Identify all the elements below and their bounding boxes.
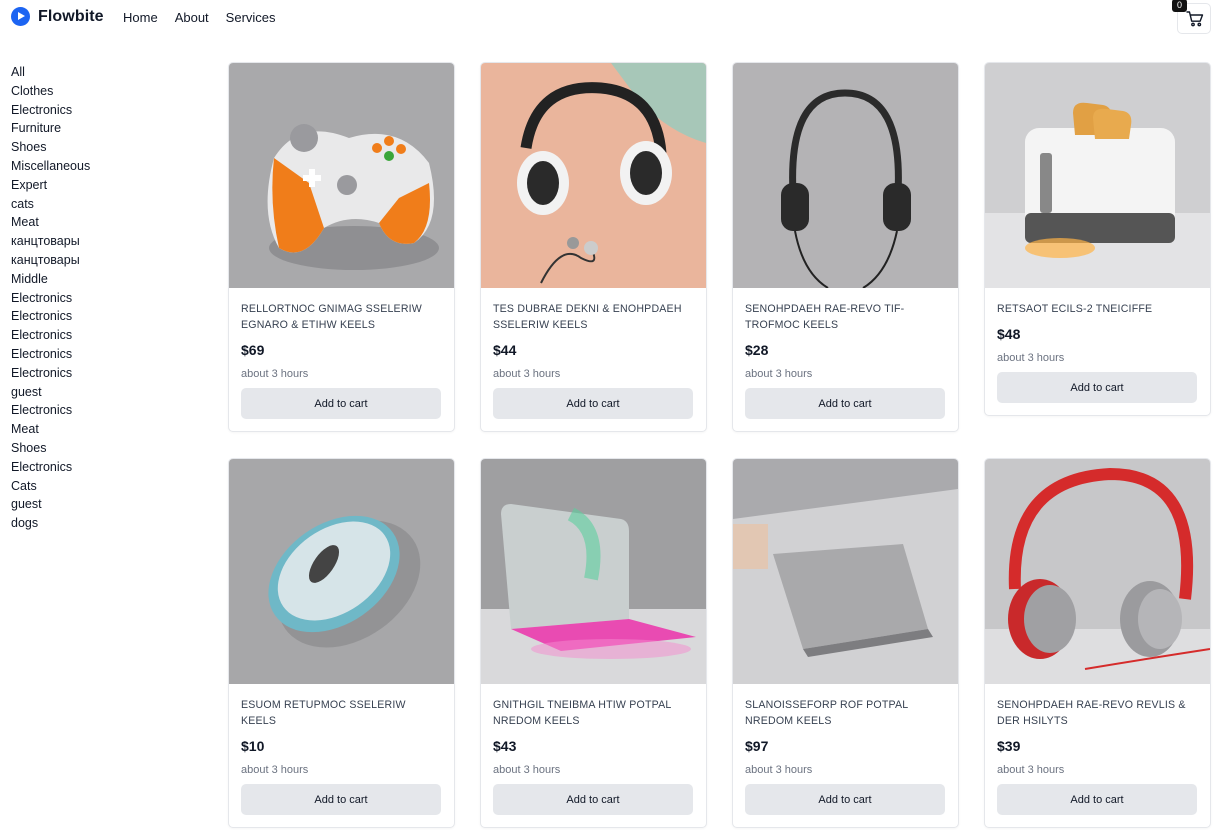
product-title[interactable]: SLANOISSEFORP ROF POTPAL NREDOM KEELS <box>745 697 946 729</box>
product-card: GNITHGIL TNEIBMA HTIW POTPAL NREDOM KEEL… <box>480 458 707 828</box>
category-item[interactable]: guest <box>11 383 201 402</box>
category-item[interactable]: Meat <box>11 420 201 439</box>
wireless-mouse-image[interactable] <box>229 459 454 684</box>
main-nav: Home About Services <box>123 10 293 25</box>
category-item[interactable]: Furniture <box>11 119 201 138</box>
category-item[interactable]: канцтовары <box>11 251 201 270</box>
category-item[interactable]: Electronics <box>11 101 201 120</box>
category-item[interactable]: Meat <box>11 213 201 232</box>
category-item[interactable]: Middle <box>11 270 201 289</box>
product-time: about 3 hours <box>241 764 309 776</box>
laptop-professional-image[interactable] <box>733 459 958 684</box>
product-title[interactable]: ESUOM RETUPMOC SSELERIW KEELS <box>241 697 442 729</box>
nav-about-link[interactable]: About <box>175 10 209 25</box>
category-item[interactable]: cats <box>11 195 201 214</box>
product-card: TES DUBRAE DEKNI & ENOHPDAEH SSELERIW KE… <box>480 62 707 432</box>
category-item[interactable]: Electronics <box>11 326 201 345</box>
category-item[interactable]: Electronics <box>11 307 201 326</box>
add-to-cart-button[interactable]: Add to cart <box>997 784 1197 815</box>
product-price: $97 <box>745 738 769 754</box>
cart-button[interactable]: 0 <box>1172 0 1211 34</box>
category-item[interactable]: guest <box>11 495 201 514</box>
product-card: SENOHPDAEH RAE-REVO REVLIS & DER HSILYTS… <box>984 458 1211 828</box>
category-item[interactable]: Shoes <box>11 138 201 157</box>
product-price: $43 <box>493 738 517 754</box>
category-item[interactable]: dogs <box>11 514 201 533</box>
gaming-controller-image[interactable] <box>229 63 454 288</box>
product-card: SENOHPDAEH RAE-REVO TIF-TROFMOC KEELS $2… <box>732 62 959 432</box>
category-item[interactable]: Cats <box>11 477 201 496</box>
category-item[interactable]: Electronics <box>11 345 201 364</box>
product-time: about 3 hours <box>241 368 309 380</box>
product-time: about 3 hours <box>493 764 561 776</box>
nav-services-link[interactable]: Services <box>226 10 276 25</box>
product-time: about 3 hours <box>745 764 813 776</box>
product-card: SLANOISSEFORP ROF POTPAL NREDOM KEELS $9… <box>732 458 959 828</box>
product-card: RELLORTNOC GNIMAG SSELERIW EGNARO & ETIH… <box>228 62 455 432</box>
category-item[interactable]: Electronics <box>11 364 201 383</box>
product-time: about 3 hours <box>997 764 1065 776</box>
product-title[interactable]: GNITHGIL TNEIBMA HTIW POTPAL NREDOM KEEL… <box>493 697 694 729</box>
product-price: $39 <box>997 738 1021 754</box>
brand-name: Flowbite <box>38 7 104 25</box>
add-to-cart-button[interactable]: Add to cart <box>241 784 441 815</box>
toaster-image[interactable] <box>985 63 1210 288</box>
category-item[interactable]: Clothes <box>11 82 201 101</box>
product-card: RETSAOT ECILS-2 TNEICIFFE $48 about 3 ho… <box>984 62 1211 416</box>
product-title[interactable]: SENOHPDAEH RAE-REVO REVLIS & DER HSILYTS <box>997 697 1198 729</box>
product-price: $10 <box>241 738 265 754</box>
add-to-cart-button[interactable]: Add to cart <box>745 388 945 419</box>
brand-link[interactable]: Flowbite <box>11 7 104 26</box>
category-item[interactable]: Electronics <box>11 458 201 477</box>
product-title[interactable]: RETSAOT ECILS-2 TNEICIFFE <box>997 301 1198 317</box>
nav-home-link[interactable]: Home <box>123 10 158 25</box>
product-card: ESUOM RETUPMOC SSELERIW KEELS $10 about … <box>228 458 455 828</box>
product-title[interactable]: SENOHPDAEH RAE-REVO TIF-TROFMOC KEELS <box>745 301 946 333</box>
shopping-cart-icon <box>1186 11 1204 27</box>
product-title[interactable]: RELLORTNOC GNIMAG SSELERIW EGNARO & ETIH… <box>241 301 442 333</box>
category-sidebar: All Clothes Electronics Furniture Shoes … <box>11 63 201 533</box>
product-price: $69 <box>241 342 265 358</box>
product-price: $28 <box>745 342 769 358</box>
add-to-cart-button[interactable]: Add to cart <box>997 372 1197 403</box>
top-navbar: Flowbite Home About Services 0 <box>0 0 1220 36</box>
category-item[interactable]: Electronics <box>11 289 201 308</box>
product-price: $44 <box>493 342 517 358</box>
product-time: about 3 hours <box>745 368 813 380</box>
category-item[interactable]: Miscellaneous <box>11 157 201 176</box>
category-item[interactable]: Electronics <box>11 401 201 420</box>
category-item-all[interactable]: All <box>11 63 201 82</box>
headphones-earbuds-image[interactable] <box>481 63 706 288</box>
add-to-cart-button[interactable]: Add to cart <box>241 388 441 419</box>
cart-count-badge: 0 <box>1172 0 1187 12</box>
laptop-ambient-lighting-image[interactable] <box>481 459 706 684</box>
add-to-cart-button[interactable]: Add to cart <box>745 784 945 815</box>
product-time: about 3 hours <box>493 368 561 380</box>
red-silver-headphones-image[interactable] <box>985 459 1210 684</box>
add-to-cart-button[interactable]: Add to cart <box>493 388 693 419</box>
flowbite-logo-icon <box>11 7 30 26</box>
add-to-cart-button[interactable]: Add to cart <box>493 784 693 815</box>
product-price: $48 <box>997 326 1021 342</box>
category-item[interactable]: Shoes <box>11 439 201 458</box>
black-headphones-image[interactable] <box>733 63 958 288</box>
product-time: about 3 hours <box>997 352 1065 364</box>
category-item[interactable]: Expert <box>11 176 201 195</box>
category-item[interactable]: канцтовары <box>11 232 201 251</box>
product-title[interactable]: TES DUBRAE DEKNI & ENOHPDAEH SSELERIW KE… <box>493 301 694 333</box>
